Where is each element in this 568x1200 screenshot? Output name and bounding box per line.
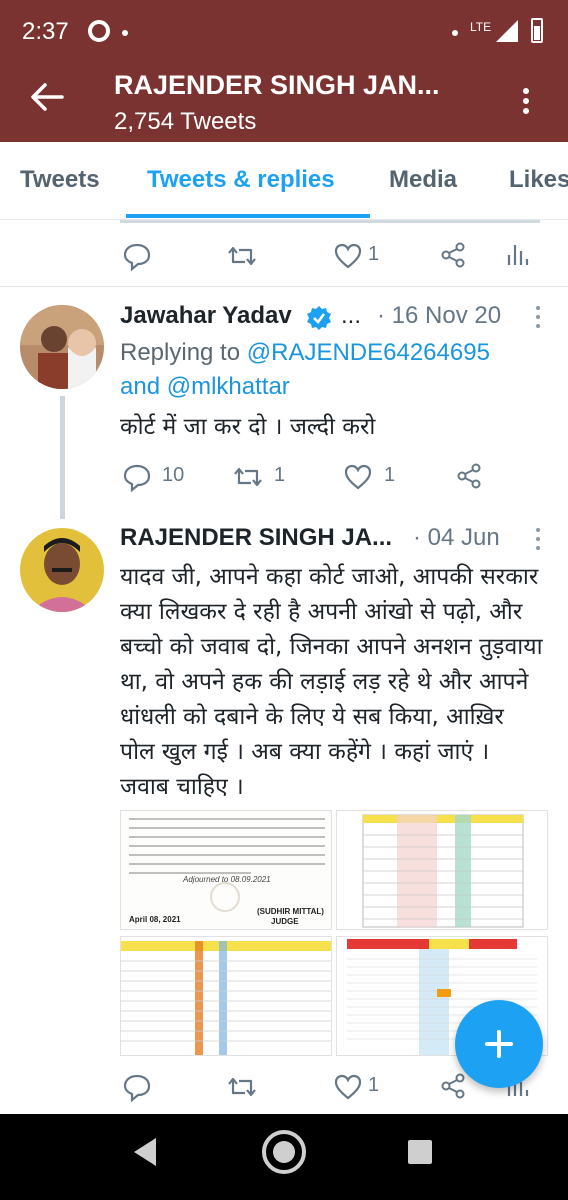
like-button[interactable]: 1 xyxy=(344,456,404,498)
avatar[interactable] xyxy=(20,305,104,389)
plus-icon xyxy=(485,1030,513,1058)
mention-link[interactable]: @RAJENDE64264695 xyxy=(247,339,490,366)
tweet-text: कोर्ट में जा कर दो । जल्दी करो xyxy=(120,414,376,440)
tweet-date: · 16 Nov 20 xyxy=(377,302,502,329)
status-bar: 2:37 LTE xyxy=(0,0,568,62)
retweet-icon xyxy=(234,467,262,487)
media-image-spreadsheet[interactable] xyxy=(336,810,548,930)
replying-to: Replying to @RAJENDE64264695 and @mlkhat… xyxy=(120,336,490,404)
like-count: 1 xyxy=(368,243,380,265)
media-image-court-order[interactable]: Adjourned to 08.09.2021 April 08, 2021 (… xyxy=(120,810,332,930)
heart-icon xyxy=(334,1074,362,1100)
doc-judge-title: JUDGE xyxy=(271,917,299,926)
retweet-count: 1 xyxy=(274,464,286,486)
tab-tweets[interactable]: Tweets xyxy=(20,166,100,194)
retweet-icon[interactable] xyxy=(226,235,258,277)
notification-dot-icon xyxy=(122,30,128,36)
tweet-menu-icon[interactable] xyxy=(532,304,544,332)
avatar[interactable] xyxy=(20,528,104,612)
back-arrow-icon[interactable] xyxy=(30,82,64,112)
network-type: LTE xyxy=(470,20,492,34)
profile-header: RAJENDER SINGH JAN... 2,754 Tweets xyxy=(0,62,568,142)
reply-count: 10 xyxy=(162,464,185,486)
nav-home-icon[interactable] xyxy=(262,1130,306,1174)
tweet-date: · 04 Jun xyxy=(413,524,500,551)
profile-tabs: Tweets Tweets & replies Media Likes xyxy=(0,142,568,220)
like-button[interactable]: 1 xyxy=(334,1066,394,1108)
share-icon[interactable] xyxy=(456,456,484,498)
analytics-icon[interactable] xyxy=(505,235,529,277)
verified-badge-icon xyxy=(307,306,331,330)
chrome-icon xyxy=(88,20,110,42)
retweet-icon[interactable] xyxy=(226,1066,258,1108)
like-count: 1 xyxy=(368,1074,380,1096)
profile-name: RAJENDER SINGH JAN... xyxy=(114,70,440,100)
more-options-icon[interactable] xyxy=(512,80,540,120)
like-button[interactable]: 1 xyxy=(334,235,394,277)
nav-back-icon[interactable] xyxy=(134,1138,156,1166)
share-icon[interactable] xyxy=(440,235,468,277)
tweet-divider xyxy=(0,286,568,287)
reply-button[interactable]: 10 xyxy=(122,456,192,498)
signal-icon xyxy=(496,20,518,42)
author-name[interactable]: RAJENDER SINGH JA... xyxy=(120,524,392,552)
media-image-spreadsheet[interactable] xyxy=(120,936,332,1056)
doc-judge: (SUDHIR MITTAL) xyxy=(257,907,324,916)
tab-media[interactable]: Media xyxy=(389,166,457,194)
compose-tweet-button[interactable] xyxy=(455,1000,543,1088)
tab-likes[interactable]: Likes xyxy=(509,166,568,194)
tweet-actions: 1 xyxy=(0,235,568,277)
tweet-count: 2,754 Tweets xyxy=(114,108,257,135)
battery-icon xyxy=(531,18,543,43)
doc-adjourned: Adjourned to 08.09.2021 xyxy=(183,875,271,884)
tweet-menu-icon[interactable] xyxy=(532,526,544,554)
tab-tweets-and-replies[interactable]: Tweets & replies xyxy=(147,166,335,194)
tweet-text: यादव जी, आपने कहा कोर्ट जाओ, आपकी सरकार … xyxy=(120,564,543,800)
reply-icon[interactable] xyxy=(122,235,152,277)
active-tab-indicator xyxy=(126,214,370,218)
mention-link[interactable]: @mlkhattar xyxy=(167,373,290,400)
author-name[interactable]: Jawahar Yadav xyxy=(120,302,292,330)
name-truncation: ... xyxy=(341,302,362,329)
replying-to-label: Replying to xyxy=(120,339,241,366)
reply-icon[interactable] xyxy=(122,1066,152,1108)
nav-recents-icon[interactable] xyxy=(408,1140,432,1164)
tweet-actions: 10 1 1 xyxy=(0,456,568,498)
heart-icon xyxy=(344,464,372,490)
like-count: 1 xyxy=(384,464,396,486)
reply-icon xyxy=(123,464,151,493)
doc-date: April 08, 2021 xyxy=(129,915,181,924)
retweet-button[interactable]: 1 xyxy=(232,456,292,498)
notification-dot-icon xyxy=(452,30,458,36)
heart-icon xyxy=(334,243,362,269)
previous-media-edge xyxy=(120,220,540,223)
mention-and: and xyxy=(120,373,161,400)
status-time: 2:37 xyxy=(22,18,69,45)
